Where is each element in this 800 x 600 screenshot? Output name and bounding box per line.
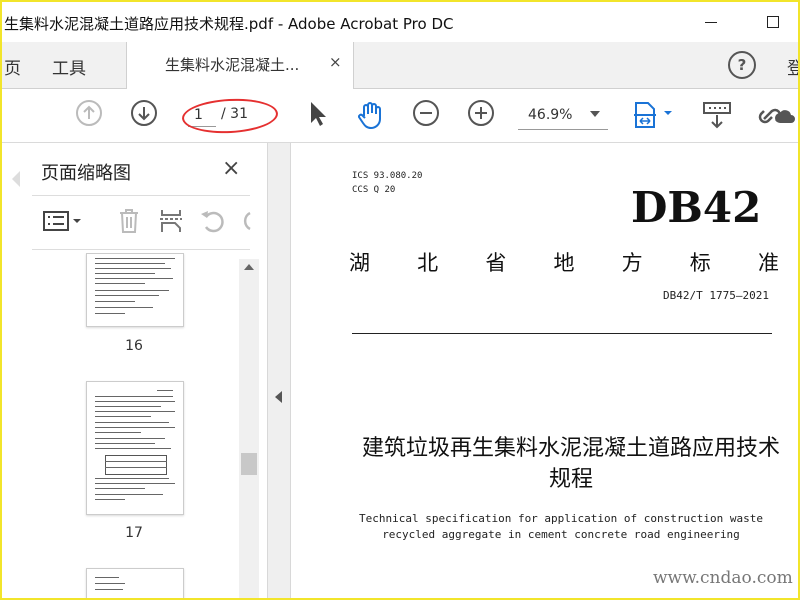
zoom-out-button[interactable] [412,99,440,127]
standard-char: 准 [757,251,779,275]
panel-collapse-strip[interactable] [268,143,291,598]
zoom-value: 46.9% [528,107,573,123]
divider [32,195,250,196]
fit-width-icon [634,102,672,128]
minimize-button[interactable] [697,10,727,34]
scroll-mode-button[interactable] [702,99,734,131]
link-icon [758,108,795,124]
toolbar: / 31 [2,89,798,143]
tab-document[interactable]: 生集料水泥混凝土... × [126,42,354,89]
tab-tools[interactable]: 工具 [52,54,86,79]
rotate-ccw-icon [201,211,224,233]
ics-code: ICS 93.080.20 [352,171,423,181]
delete-pages-button[interactable] [115,207,143,239]
plus-circle-icon [468,100,494,126]
tab-document-label: 生集料水泥混凝土... [165,56,300,74]
panel-close-button[interactable]: × [222,156,240,181]
minus-circle-icon [413,100,439,126]
tab-close-button[interactable]: × [329,53,342,71]
previous-page-button[interactable] [75,99,103,127]
standard-number: DB42/T 1775—2021 [663,289,769,302]
thumbnail-page-number: 16 [125,338,143,354]
insert-page-icon [160,210,182,232]
keyboard-down-icon [703,102,731,129]
maximize-button[interactable] [759,10,789,34]
trash-icon [120,209,138,233]
arrow-up-icon [76,100,102,126]
thumbnail-scrollbar[interactable] [239,259,259,598]
thumbnail-page-16[interactable] [86,253,184,327]
help-button[interactable]: ? [728,51,756,79]
standard-char: 北 [417,251,439,275]
zoom-dropdown[interactable]: 46.9% [518,101,608,130]
insert-pages-button[interactable] [157,207,185,239]
standard-char: 方 [621,251,643,275]
document-title: 建筑垃圾再生集料水泥混凝土道路应用技术规程 [361,436,780,492]
list-options-icon [43,211,81,231]
standard-type: 湖 北 省 地 方 标 准 [349,247,779,277]
share-link-button[interactable] [758,99,798,131]
standard-char: 标 [689,251,711,275]
window-title: 生集料水泥混凝土道路应用技术规程.pdf - Adobe Acrobat Pro… [4,15,454,33]
chevron-down-icon [590,111,600,117]
hand-tool-button[interactable] [355,99,387,131]
thumbnail-list: 16 17 [32,253,237,598]
panel-title: 页面缩略图 [41,163,131,184]
tab-home[interactable]: 页 [4,54,21,79]
divider [32,249,250,250]
fit-page-button[interactable] [632,99,676,131]
hand-icon [358,102,381,130]
thumbnail-page-17[interactable] [86,381,184,515]
app-window: 生集料水泥混凝土道路应用技术规程.pdf - Adobe Acrobat Pro… [0,0,800,600]
divider [352,333,772,334]
ccs-code: CCS Q 20 [352,185,396,195]
thumbnail-panel: 页面缩略图 × 16 17 [2,143,268,598]
title-bar: 生集料水泥混凝土道路应用技术规程.pdf - Adobe Acrobat Pro… [2,2,798,42]
arrow-down-icon [131,100,157,126]
chevron-left-icon[interactable] [275,391,282,403]
thumbnail-page-18[interactable] [86,568,184,598]
cursor-icon [311,102,326,126]
document-subtitle: Technical specification for application … [359,512,763,541]
options-menu-button[interactable] [42,207,86,239]
document-page: ICS 93.080.20 CCS Q 20 DB42 湖 北 省 地 方 标 … [291,143,798,598]
select-tool-button[interactable] [307,99,329,129]
standard-char: 省 [485,251,507,275]
next-page-button[interactable] [130,99,158,127]
thumbnail-page-number: 17 [125,525,143,541]
scroll-up-icon[interactable] [244,264,254,270]
standard-code: DB42 [631,183,762,232]
zoom-in-button[interactable] [467,99,495,127]
standard-char: 湖 [349,251,370,275]
sign-in-link[interactable]: 登 [787,54,798,79]
watermark: www.cndao.com [653,568,793,588]
rotate-left-button[interactable] [198,207,226,239]
tab-bar: 页 工具 生集料水泥混凝土... × ? 登 [2,42,798,89]
standard-char: 地 [553,251,575,275]
scroll-thumb[interactable] [241,453,257,475]
rotate-right-button[interactable] [238,207,252,239]
panel-pointer [12,171,20,187]
rotate-cw-icon [243,211,251,231]
